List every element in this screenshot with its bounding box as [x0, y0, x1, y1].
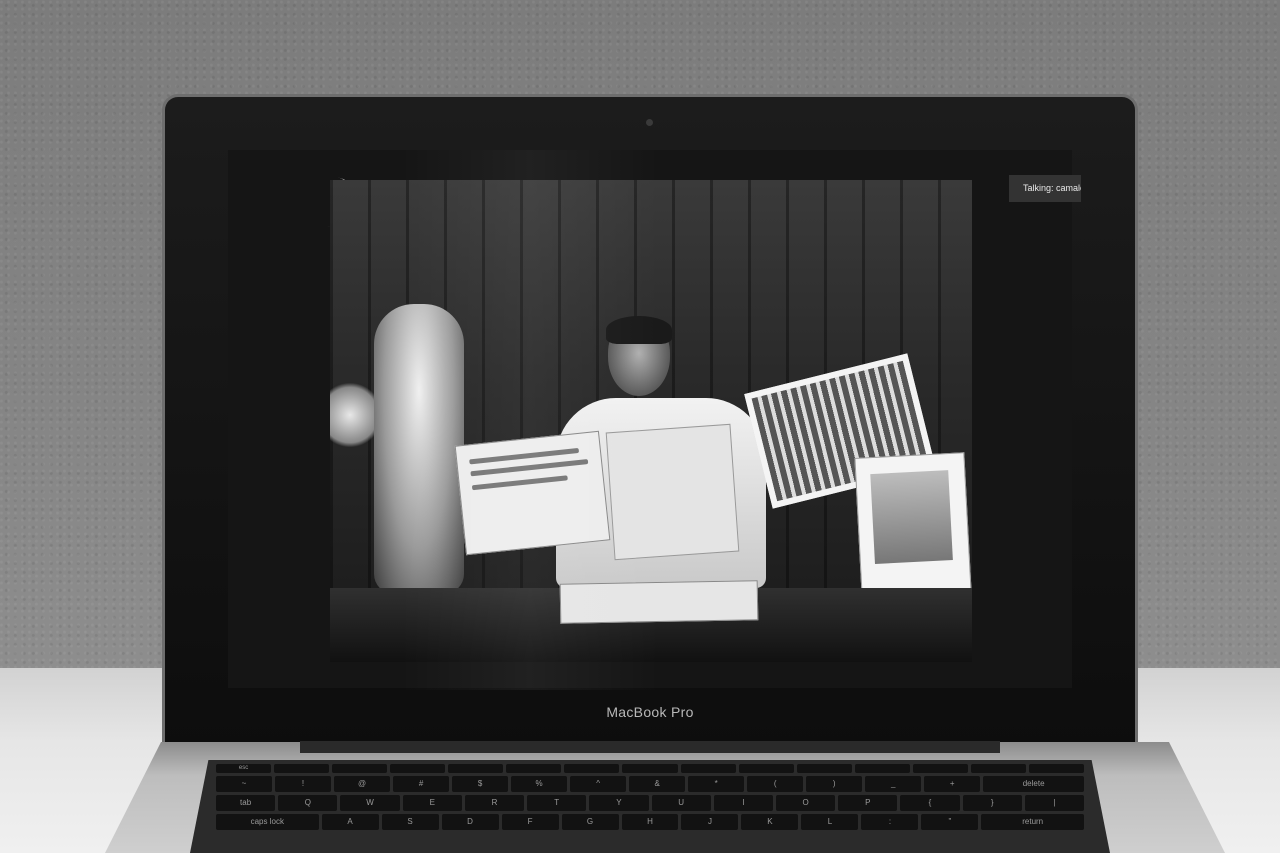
keyboard-key: Q — [278, 795, 338, 811]
keyboard-home-row: caps lock A S D F G H J K L: " return — [216, 814, 1084, 830]
keyboard-key — [680, 764, 736, 773]
keyboard-key: | — [1024, 795, 1085, 811]
handwritten-sign — [454, 430, 611, 556]
laptop-brand-label: MacBook Pro — [606, 704, 694, 720]
keyboard-key: tab — [216, 795, 276, 811]
keyboard-key: caps lock — [216, 814, 319, 830]
table-poster — [559, 580, 759, 624]
keyboard-key: % — [511, 776, 568, 792]
keyboard-function-row: esc — [216, 764, 1084, 773]
keyboard-key: D — [441, 814, 499, 830]
keyboard-key — [970, 764, 1026, 773]
keyboard-key: T — [527, 795, 587, 811]
keyboard-key: * — [688, 776, 745, 792]
keyboard-key — [332, 764, 388, 773]
keyboard-key: & — [629, 776, 686, 792]
keyboard-key — [564, 764, 620, 773]
keyboard-key: P — [838, 795, 898, 811]
keyboard-key: ^ — [570, 776, 627, 792]
keyboard-key — [738, 764, 794, 773]
keyboard-key: " — [921, 814, 979, 830]
keyboard-key: return — [981, 814, 1084, 830]
keyboard-key: K — [741, 814, 799, 830]
keyboard-key: O — [775, 795, 836, 811]
webcam-icon — [646, 119, 653, 126]
keyboard-key — [796, 764, 852, 773]
keyboard-key: @ — [334, 776, 391, 792]
keyboard-key — [390, 764, 446, 773]
talking-indicator: Talking: camale — [1009, 175, 1081, 202]
flowers — [330, 380, 380, 450]
keyboard-key: esc — [216, 764, 272, 773]
keyboard-key: I — [713, 795, 773, 811]
laptop-hinge — [300, 741, 1000, 753]
keyboard-key: S — [381, 814, 439, 830]
keyboard-key — [274, 764, 330, 773]
framed-photo — [854, 452, 972, 598]
keyboard-key: ( — [747, 776, 804, 792]
keyboard-key: } — [962, 795, 1022, 811]
keyboard-key: R — [464, 795, 525, 811]
keyboard-number-row: ~! @ # $% ^ & *() _ + delete — [216, 776, 1085, 792]
keyboard-key: ! — [275, 776, 332, 792]
keyboard-key: ) — [806, 776, 863, 792]
keyboard-key: ~ — [216, 776, 273, 792]
keyboard-key: G — [561, 814, 619, 830]
keyboard-key: $ — [452, 776, 509, 792]
keyboard-key: A — [321, 814, 379, 830]
keyboard-key: H — [621, 814, 679, 830]
keyboard-key: E — [402, 795, 462, 811]
keyboard-key — [622, 764, 678, 773]
keyboard-key: : — [861, 814, 919, 830]
keyboard-key: { — [900, 795, 960, 811]
keyboard-qwerty-row: tab Q W E R T Y U I O P{} | — [216, 795, 1085, 811]
keyboard-key — [912, 764, 968, 773]
keyboard-key: Y — [589, 795, 649, 811]
keyboard-key — [1028, 764, 1084, 773]
keyboard-key: U — [651, 795, 711, 811]
keyboard-key: F — [501, 814, 559, 830]
keyboard-key: delete — [983, 776, 1085, 792]
keyboard-key — [854, 764, 910, 773]
drawing-sheet — [605, 423, 740, 561]
religious-statue — [374, 304, 464, 594]
keyboard-key: L — [801, 814, 859, 830]
keyboard-key: # — [393, 776, 450, 792]
keyboard-key — [506, 764, 562, 773]
keyboard-key — [448, 764, 504, 773]
keyboard-key: + — [924, 776, 981, 792]
keyboard-key: J — [681, 814, 739, 830]
video-feed — [330, 180, 972, 662]
keyboard-key: _ — [865, 776, 922, 792]
keyboard: esc ~! @ # $% ^ & *() _ + delete tab Q W E R T Y U I O P{} |… — [190, 760, 1110, 853]
person-hair — [606, 316, 672, 344]
framed-photo-image — [870, 470, 953, 565]
keyboard-key: W — [340, 795, 400, 811]
